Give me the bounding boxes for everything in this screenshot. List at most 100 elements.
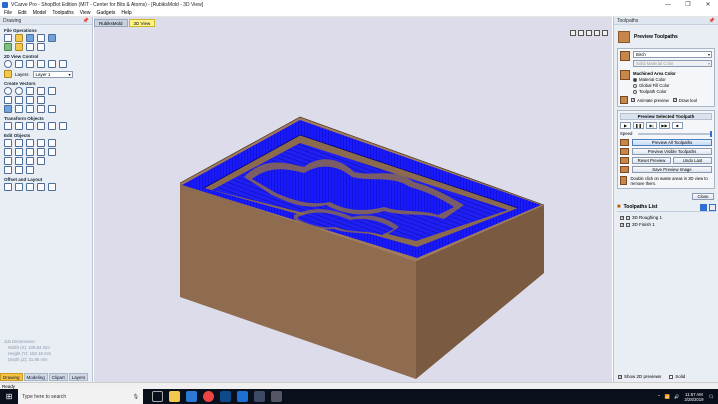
layer-select[interactable]: Layer 1 [32, 70, 73, 78]
nesting-icon[interactable] [26, 183, 34, 191]
unlink-icon[interactable] [26, 166, 34, 174]
fast-forward-button[interactable]: ▶▶ [659, 122, 670, 129]
save-preview-image-button[interactable]: Save Preview Image [632, 166, 712, 173]
subtract-icon[interactable] [15, 148, 23, 156]
notifications-icon[interactable]: 🗨 [709, 394, 714, 400]
array-copy-icon[interactable] [37, 183, 45, 191]
volume-icon[interactable]: 🔊 [674, 394, 679, 400]
menu-model[interactable]: Model [33, 10, 47, 16]
file-explorer-icon[interactable] [169, 391, 180, 402]
tab-modeling[interactable]: Modeling [23, 373, 48, 381]
step-repeat-icon[interactable] [48, 183, 56, 191]
radio-toolpath-color[interactable]: Toolpath Color [633, 89, 712, 94]
zoom-selection-icon[interactable] [59, 60, 67, 68]
microphone-icon[interactable]: 🎙 [133, 394, 139, 400]
tab-drawing[interactable]: Drawing [0, 373, 23, 381]
zoom-out-icon[interactable] [37, 60, 45, 68]
chrome-icon[interactable] [203, 391, 214, 402]
trim-icon[interactable] [26, 139, 34, 147]
select-icon[interactable] [4, 139, 12, 147]
fillet-corners-icon[interactable] [15, 183, 23, 191]
task-view-icon[interactable] [152, 391, 163, 402]
draw-ellipse-icon[interactable] [15, 87, 23, 95]
toolpath-down-icon[interactable] [709, 203, 716, 211]
node-link-icon[interactable] [15, 166, 23, 174]
toolpath-up-icon[interactable] [700, 203, 707, 211]
intersect-icon[interactable] [26, 148, 34, 156]
speed-slider[interactable]: Speed [620, 130, 712, 137]
import-icon[interactable] [37, 34, 45, 42]
close-button[interactable]: ✕ [698, 0, 718, 9]
draw-tool-checkbox[interactable]: ✓ Draw tool [672, 98, 697, 103]
tab-rubiksmold[interactable]: RubiksMold [94, 19, 128, 27]
group-icon[interactable] [59, 122, 67, 130]
tray-chevron-icon[interactable]: ⌃ [657, 394, 661, 400]
menu-file[interactable]: File [4, 10, 12, 16]
draw-polygon-icon[interactable] [37, 87, 45, 95]
zoom-box-icon[interactable] [15, 60, 23, 68]
tab-3d-view[interactable]: 3D View [128, 19, 156, 27]
tab-clipart[interactable]: Clipart [48, 373, 68, 381]
text-on-curve-icon[interactable] [15, 105, 23, 113]
reset-preview-button[interactable]: Reset Preview [632, 157, 671, 164]
fillet-icon[interactable] [48, 139, 56, 147]
close-preview-button[interactable]: Close [692, 193, 714, 200]
new-file-icon[interactable] [4, 34, 12, 42]
windows-start-icon[interactable]: ⊞ [0, 389, 18, 404]
radio-material-color[interactable]: Material Color [633, 77, 712, 82]
draw-rectangle-icon[interactable] [26, 87, 34, 95]
tab-layers[interactable]: Layers [68, 373, 89, 381]
radio-global-fill-color[interactable]: Global Fill Color [633, 83, 712, 88]
material-select[interactable]: Birch [633, 51, 712, 58]
speed-track[interactable] [638, 130, 712, 137]
pan-icon[interactable] [4, 60, 12, 68]
shrink-icon[interactable] [37, 157, 45, 165]
weld-icon[interactable] [4, 148, 12, 156]
draw-polyline-icon[interactable] [4, 96, 12, 104]
zoom-in-icon[interactable] [26, 60, 34, 68]
draw-curve-icon[interactable] [26, 96, 34, 104]
smooth-icon[interactable] [48, 148, 56, 156]
save-icon[interactable] [26, 34, 34, 42]
move-icon[interactable] [4, 122, 12, 130]
curve-fit-icon[interactable] [37, 148, 45, 156]
preview-visible-toolpaths-button[interactable]: Preview Visible Toolpaths [632, 148, 712, 155]
taskbar-clock[interactable]: 11:57 AM 3/28/2019 [684, 392, 703, 402]
import-vectors-icon[interactable] [4, 43, 12, 51]
mirror-icon[interactable] [37, 122, 45, 130]
rotate-icon[interactable] [15, 122, 23, 130]
menu-view[interactable]: View [80, 10, 91, 16]
menu-gadgets[interactable]: Gadgets [96, 10, 115, 16]
close-vector-icon[interactable] [26, 157, 34, 165]
draw-star-icon[interactable] [48, 87, 56, 95]
taskbar-search[interactable]: Type here to search 🎙 [18, 389, 143, 404]
text-tool-icon[interactable] [4, 105, 12, 113]
preview-all-toolpaths-button[interactable]: Preview All Toolpaths [632, 139, 712, 146]
play-button[interactable]: ▶ [620, 122, 631, 129]
toolpath-item[interactable]: ✓ 3D Finish 1 [620, 221, 662, 228]
minimize-button[interactable]: — [658, 0, 678, 9]
show-previews-checkbox[interactable]: ✓ [618, 374, 622, 379]
extend-icon[interactable] [15, 157, 23, 165]
zoom-all-icon[interactable] [48, 60, 56, 68]
import-bitmap-icon[interactable] [15, 43, 23, 51]
vcarve-taskbar-icon[interactable] [254, 391, 265, 402]
align-icon[interactable] [48, 122, 56, 130]
autolayout-text-icon[interactable] [37, 105, 45, 113]
checkbox-checked-icon[interactable]: ✓ [620, 222, 624, 227]
job-setup-icon[interactable] [48, 34, 56, 42]
3d-viewport[interactable]: RubiksMold 3D View [94, 17, 612, 382]
open-file-icon[interactable] [15, 34, 23, 42]
sketch-tool-icon[interactable] [48, 105, 56, 113]
maximize-button[interactable]: ❐ [678, 0, 698, 9]
toolpath-item[interactable]: ✓ 3D Roughing 1 [620, 214, 662, 221]
animate-preview-checkbox[interactable]: ✓ Animate preview [631, 98, 669, 103]
offset-vector-icon[interactable] [4, 166, 12, 174]
checkbox-checked-icon[interactable]: ✓ [620, 215, 624, 220]
draw-circle-icon[interactable] [4, 87, 12, 95]
node-edit-icon[interactable] [15, 139, 23, 147]
scale-icon[interactable] [26, 122, 34, 130]
stop-button[interactable]: ■ [672, 122, 683, 129]
join-icon[interactable] [37, 139, 45, 147]
word-icon[interactable] [220, 391, 231, 402]
